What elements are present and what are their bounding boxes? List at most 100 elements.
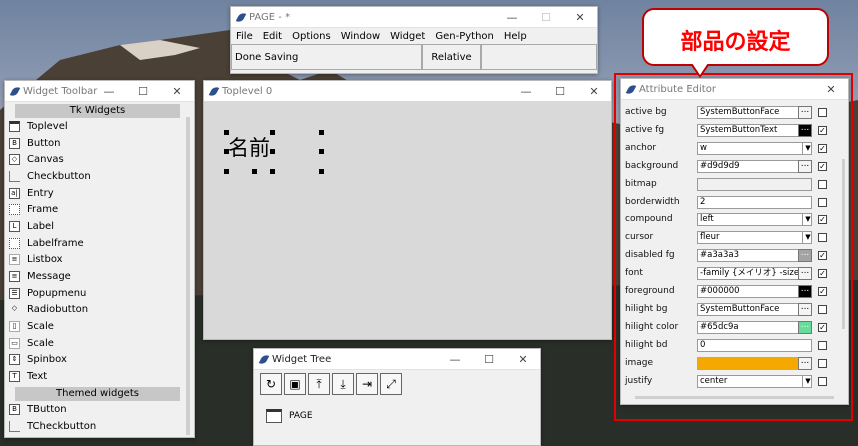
- maximize-icon[interactable]: ☐: [472, 353, 506, 366]
- toolbar-item-text[interactable]: T Text: [5, 368, 194, 385]
- default-checkbox[interactable]: ✓: [818, 269, 827, 279]
- default-checkbox[interactable]: ✓: [818, 161, 827, 171]
- toolbar-item-popupmenu[interactable]: ☰ Popupmenu: [5, 285, 194, 302]
- selection-handle[interactable]: [270, 149, 275, 154]
- color-swatch-button[interactable]: ...: [798, 123, 812, 137]
- attribute-scrollbar[interactable]: [842, 159, 845, 329]
- color-swatch-button[interactable]: ...: [798, 320, 812, 334]
- relative-button[interactable]: Relative: [422, 44, 481, 70]
- attribute-horizontal-scrollbar[interactable]: [635, 396, 834, 399]
- toolbar-item-scale-horizontal[interactable]: ▭ Scale: [5, 335, 194, 352]
- toolbar-item-message[interactable]: ≡ Message: [5, 268, 194, 285]
- menu-edit[interactable]: Edit: [258, 31, 287, 42]
- default-checkbox[interactable]: ✓: [818, 125, 827, 135]
- toolbar-item-scale[interactable]: ▯ Scale: [5, 318, 194, 335]
- move-top-icon[interactable]: ⤒: [308, 373, 330, 395]
- ellipsis-button[interactable]: ...: [798, 302, 812, 316]
- maximize-icon[interactable]: ☐: [126, 85, 160, 98]
- save-icon[interactable]: ▣: [284, 373, 306, 395]
- widget-toolbar-titlebar[interactable]: Widget Toolbar — ☐ ✕: [5, 81, 194, 102]
- tree-root-node[interactable]: PAGE: [266, 409, 313, 423]
- attribute-value-field[interactable]: [697, 177, 812, 191]
- ellipsis-button[interactable]: ...: [798, 106, 812, 119]
- color-swatch-button[interactable]: ...: [798, 285, 812, 298]
- toolbar-scrollbar[interactable]: [186, 117, 190, 435]
- attribute-value-field[interactable]: -family {メイリオ} -size 24: [697, 267, 812, 281]
- default-checkbox[interactable]: ✓: [818, 143, 827, 153]
- default-checkbox[interactable]: ✓: [818, 287, 827, 296]
- ellipsis-button[interactable]: ...: [798, 356, 812, 370]
- selection-handle[interactable]: [270, 169, 275, 174]
- attribute-value-field[interactable]: #65dc9a: [697, 320, 812, 334]
- menu-help[interactable]: Help: [499, 31, 532, 42]
- toplevel-titlebar[interactable]: Toplevel 0 — ☐ ✕: [204, 81, 611, 102]
- minimize-icon[interactable]: —: [438, 353, 472, 366]
- close-icon[interactable]: ✕: [577, 85, 611, 98]
- toolbar-item-label[interactable]: L Label: [5, 218, 194, 235]
- toolbar-item-checkbutton[interactable]: Checkbutton: [5, 168, 194, 185]
- default-checkbox[interactable]: [818, 233, 827, 243]
- refresh-icon[interactable]: ↻: [260, 373, 282, 395]
- menu-window[interactable]: Window: [336, 31, 385, 42]
- attribute-value-field[interactable]: #a3a3a3: [697, 249, 812, 263]
- chevron-down-icon[interactable]: ▼: [802, 231, 813, 245]
- toolbar-item-toplevel[interactable]: Toplevel: [5, 118, 194, 135]
- close-icon[interactable]: ✕: [563, 11, 597, 24]
- default-checkbox[interactable]: ✓: [818, 251, 827, 261]
- selection-handle[interactable]: [319, 149, 324, 154]
- close-icon[interactable]: ✕: [506, 353, 540, 366]
- close-icon[interactable]: ✕: [814, 83, 848, 96]
- attribute-value-field[interactable]: 0: [697, 338, 812, 352]
- toolbar-item-labelframe[interactable]: Labelframe: [5, 235, 194, 252]
- color-swatch-button[interactable]: ...: [798, 249, 812, 263]
- default-checkbox[interactable]: [818, 108, 827, 117]
- selection-handle[interactable]: [270, 130, 275, 135]
- default-checkbox[interactable]: [818, 376, 827, 386]
- attribute-editor-titlebar[interactable]: Attribute Editor ✕: [621, 79, 848, 100]
- attribute-value-field[interactable]: left: [697, 213, 812, 227]
- ellipsis-button[interactable]: ...: [798, 159, 812, 173]
- widget-tree-titlebar[interactable]: Widget Tree — ☐ ✕: [254, 349, 540, 370]
- attribute-value-field[interactable]: #d9d9d9: [697, 159, 812, 173]
- ellipsis-button[interactable]: ...: [798, 267, 812, 281]
- attribute-value-field[interactable]: #000000: [697, 285, 812, 298]
- toolbar-item-entry[interactable]: a| Entry: [5, 185, 194, 202]
- attribute-value-field[interactable]: [697, 356, 812, 370]
- default-checkbox[interactable]: [818, 179, 827, 189]
- toolbar-item-radiobutton[interactable]: ◇ Radiobutton: [5, 302, 194, 319]
- default-checkbox[interactable]: ✓: [818, 322, 827, 332]
- default-checkbox[interactable]: [818, 358, 827, 368]
- chevron-down-icon[interactable]: ▼: [802, 141, 813, 155]
- default-checkbox[interactable]: ✓: [818, 215, 827, 225]
- selection-handle[interactable]: [319, 169, 324, 174]
- minimize-icon[interactable]: —: [509, 85, 543, 98]
- toplevel-canvas[interactable]: 名前: [204, 101, 611, 339]
- attribute-value-field[interactable]: SystemButtonText: [697, 123, 812, 137]
- menu-gen-python[interactable]: Gen-Python: [430, 31, 499, 42]
- page-titlebar[interactable]: PAGE - * — ☐ ✕: [231, 7, 597, 28]
- chevron-down-icon[interactable]: ▼: [802, 374, 813, 388]
- default-checkbox[interactable]: [818, 340, 827, 350]
- maximize-icon[interactable]: ☐: [543, 85, 577, 98]
- selection-handle[interactable]: [224, 149, 229, 154]
- toolbar-item-listbox[interactable]: ≡ Listbox: [5, 252, 194, 269]
- selection-handle[interactable]: [224, 169, 229, 174]
- attribute-value-field[interactable]: SystemButtonFace: [697, 106, 812, 119]
- minimize-icon[interactable]: —: [495, 11, 529, 24]
- default-checkbox[interactable]: [818, 197, 827, 207]
- close-icon[interactable]: ✕: [160, 85, 194, 98]
- selected-label-widget[interactable]: 名前: [228, 132, 270, 162]
- toolbar-item-canvas[interactable]: ◇ Canvas: [5, 151, 194, 168]
- chevron-down-icon[interactable]: ▼: [802, 213, 813, 227]
- toolbar-item-frame[interactable]: Frame: [5, 201, 194, 218]
- toolbar-item-tcheckbutton[interactable]: TCheckbutton: [5, 418, 194, 435]
- selection-handle[interactable]: [319, 130, 324, 135]
- toolbar-item-tbutton[interactable]: B TButton: [5, 401, 194, 418]
- move-down-icon[interactable]: ⤓: [332, 373, 354, 395]
- attribute-value-field[interactable]: fleur: [697, 231, 812, 245]
- attribute-value-field[interactable]: w: [697, 141, 812, 155]
- selection-handle[interactable]: [224, 130, 229, 135]
- expand-icon[interactable]: ⤢: [380, 373, 402, 395]
- toolbar-item-button[interactable]: B Button: [5, 135, 194, 152]
- selection-handle[interactable]: [252, 169, 257, 174]
